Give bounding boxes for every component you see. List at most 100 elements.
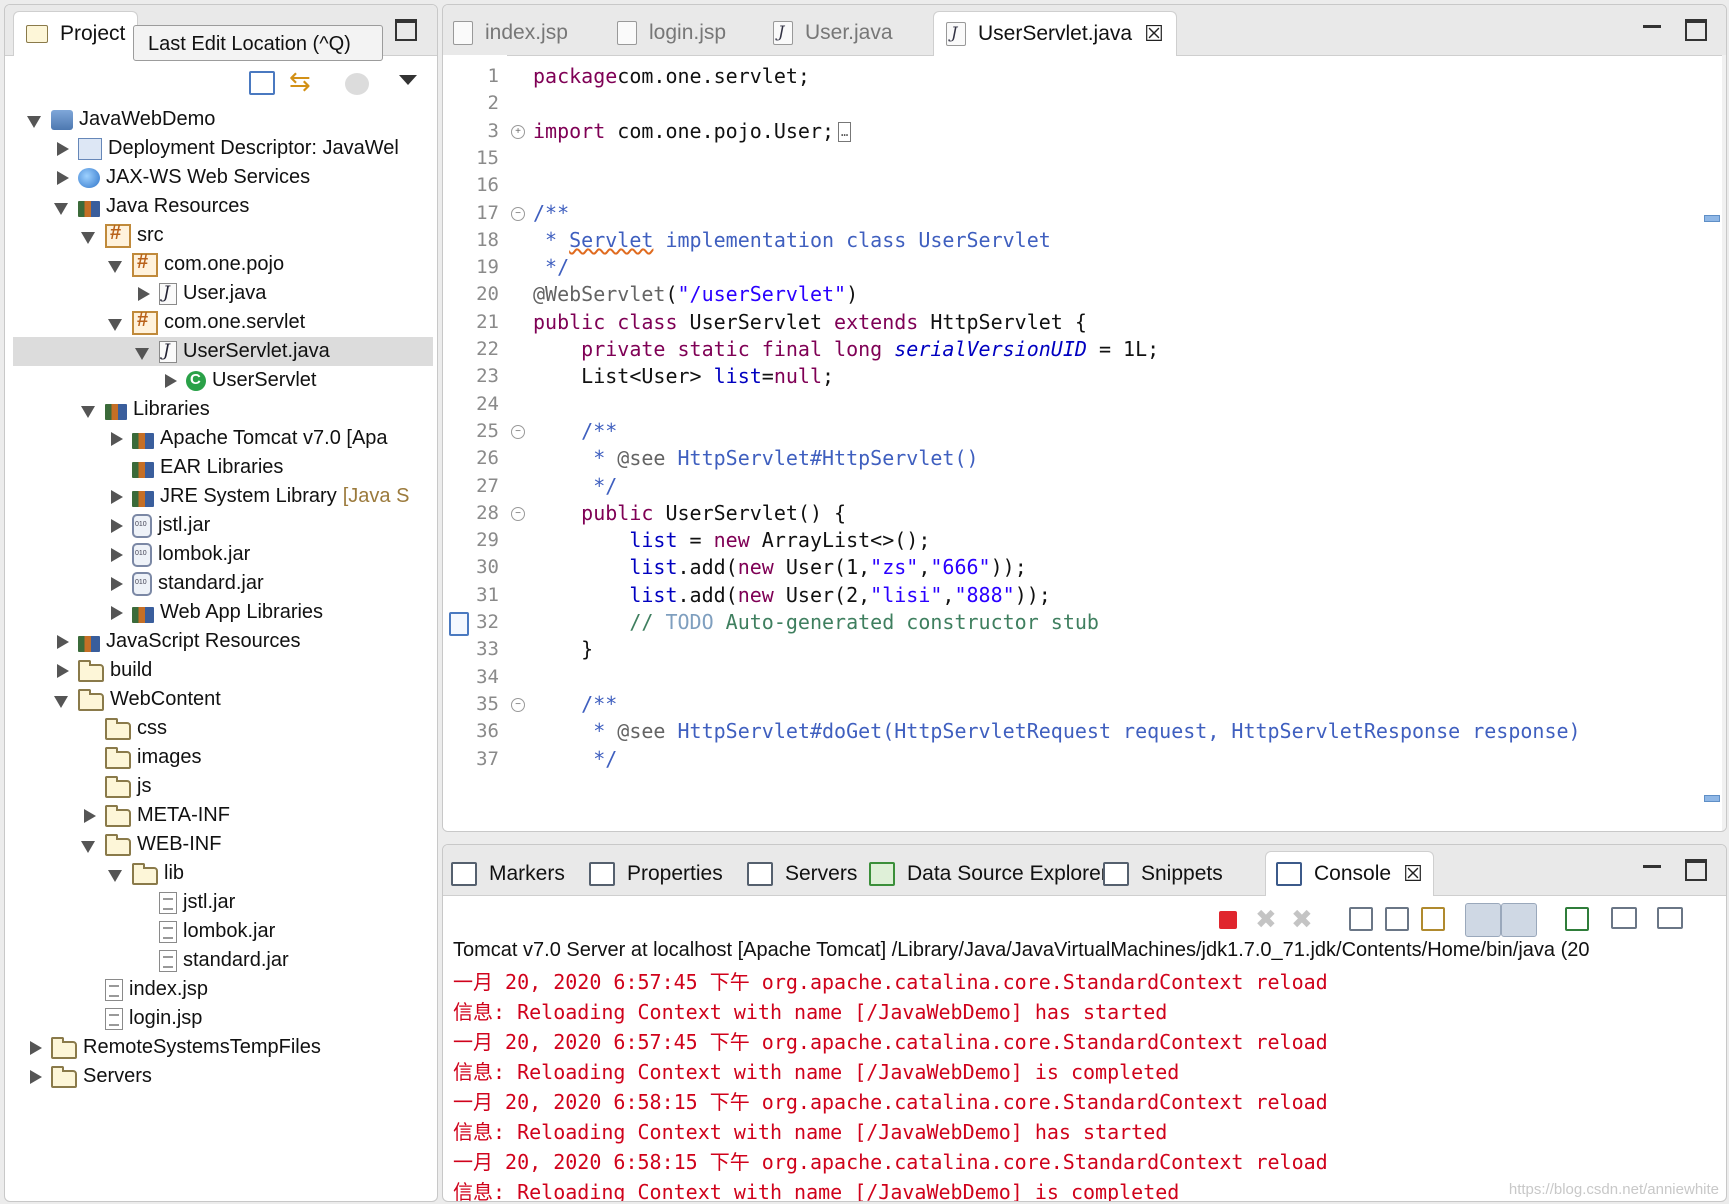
collapse-fold-icon[interactable]: −	[511, 697, 525, 712]
tree-item[interactable]: Web App Libraries	[108, 598, 323, 627]
tree-item[interactable]: Servers	[27, 1062, 152, 1091]
expanded-arrow-icon[interactable]	[54, 200, 68, 215]
tree-item[interactable]: css	[81, 714, 167, 743]
tree-item[interactable]: com.one.pojo	[108, 250, 284, 279]
close-tab-icon[interactable]: ☒	[1403, 861, 1423, 887]
tree-item[interactable]: Deployment Descriptor: JavaWel	[54, 134, 399, 163]
tree-item[interactable]: index.jsp	[81, 975, 208, 1004]
console-view-tab[interactable]: Markers	[451, 853, 565, 895]
editor-minimize-button[interactable]	[1643, 19, 1661, 28]
word-wrap-icon[interactable]	[1421, 907, 1445, 931]
collapsed-arrow-icon[interactable]	[135, 286, 150, 301]
collapsed-arrow-icon[interactable]	[54, 634, 69, 649]
collapsed-arrow-icon[interactable]	[54, 170, 69, 185]
tree-item[interactable]: com.one.servlet	[108, 308, 305, 337]
expanded-arrow-icon[interactable]	[108, 867, 122, 882]
collapse-all-icon[interactable]	[249, 71, 275, 95]
display-selected-console-icon[interactable]	[1611, 907, 1637, 929]
focus-icon[interactable]	[345, 73, 369, 95]
remove-all-terminated-icon[interactable]: ✖	[1291, 906, 1317, 932]
link-with-editor-icon[interactable]: ⇆	[289, 67, 319, 95]
tree-item[interactable]: standard.jar	[108, 569, 264, 598]
tree-item[interactable]: images	[81, 743, 201, 772]
tree-item[interactable]: RemoteSystemsTempFiles	[27, 1033, 321, 1062]
expanded-arrow-icon[interactable]	[135, 345, 149, 360]
tree-item[interactable]: lib	[108, 859, 184, 888]
tree-item[interactable]: Java Resources	[54, 192, 249, 221]
task-marker-icon[interactable]	[449, 612, 469, 636]
collapsed-arrow-icon[interactable]	[108, 431, 123, 446]
console-view-tab[interactable]: Data Source Explorer	[869, 853, 1108, 895]
editor-tab[interactable]: UserServlet.java ☒	[933, 11, 1177, 56]
tree-item[interactable]: JavaScript Resources	[54, 627, 301, 656]
tree-item[interactable]: Apache Tomcat v7.0 [Apa	[108, 424, 388, 453]
editor-maximize-button[interactable]	[1685, 19, 1707, 41]
tree-item[interactable]: jstl.jar	[135, 888, 235, 917]
tree-item[interactable]: UserServlet.java	[13, 337, 433, 366]
tree-item[interactable]: User.java	[135, 279, 266, 308]
tree-item[interactable]: lombok.jar	[108, 540, 250, 569]
tree-item[interactable]: lombok.jar	[135, 917, 275, 946]
collapsed-arrow-icon[interactable]	[27, 1069, 42, 1084]
tree-item[interactable]: JAX-WS Web Services	[54, 163, 310, 192]
tree-item[interactable]: WebContent	[54, 685, 221, 714]
expand-fold-icon[interactable]: +	[511, 124, 525, 139]
expanded-arrow-icon[interactable]	[108, 258, 122, 273]
scroll-lock-icon[interactable]	[1385, 907, 1409, 931]
console-view-tab[interactable]: Snippets	[1103, 853, 1223, 895]
expanded-arrow-icon[interactable]	[27, 113, 41, 128]
editor-tab[interactable]: index.jsp	[453, 11, 568, 55]
tree-item[interactable]: js	[81, 772, 151, 801]
expanded-arrow-icon[interactable]	[54, 693, 68, 708]
tree-item[interactable]: UserServlet	[162, 366, 316, 395]
collapsed-arrow-icon[interactable]	[81, 808, 96, 823]
collapse-fold-icon[interactable]: −	[511, 506, 525, 521]
expanded-arrow-icon[interactable]	[108, 316, 122, 331]
remove-launch-icon[interactable]: ✖	[1255, 906, 1281, 932]
expanded-arrow-icon[interactable]	[81, 229, 95, 244]
tree-item[interactable]: src	[81, 221, 164, 250]
terminate-icon[interactable]	[1219, 911, 1237, 929]
clear-console-icon[interactable]	[1349, 907, 1373, 931]
show-on-stdout-icon[interactable]	[1465, 903, 1501, 937]
tab-project[interactable]: Project	[13, 11, 139, 56]
expanded-arrow-icon[interactable]	[81, 403, 95, 418]
tree-item[interactable]: login.jsp	[81, 1004, 202, 1033]
tree-item[interactable]: META-INF	[81, 801, 230, 830]
console-maximize-button[interactable]	[1685, 859, 1707, 881]
collapsed-arrow-icon[interactable]	[162, 373, 177, 388]
collapsed-arrow-icon[interactable]	[108, 518, 123, 533]
folded-code-marker[interactable]: …	[838, 122, 852, 143]
collapsed-arrow-icon[interactable]	[108, 547, 123, 562]
collapsed-arrow-icon[interactable]	[54, 663, 69, 678]
editor-tab[interactable]: User.java	[773, 11, 893, 55]
console-minimize-button[interactable]	[1643, 859, 1661, 868]
maximize-button[interactable]	[395, 19, 417, 41]
tree-item[interactable]: JRE System Library [Java S	[108, 482, 409, 511]
tree-item[interactable]: JavaWebDemo	[27, 105, 215, 134]
collapsed-arrow-icon[interactable]	[27, 1040, 42, 1055]
tree-item[interactable]: Libraries	[81, 395, 210, 424]
close-tab-icon[interactable]: ☒	[1144, 21, 1164, 47]
view-menu-icon[interactable]	[399, 75, 417, 85]
tree-item[interactable]: standard.jar	[135, 946, 289, 975]
pin-console-icon[interactable]	[1565, 907, 1589, 931]
tree-item[interactable]: jstl.jar	[108, 511, 210, 540]
editor-tab[interactable]: login.jsp	[617, 11, 726, 55]
collapsed-arrow-icon[interactable]	[54, 141, 69, 156]
tree-item[interactable]: build	[54, 656, 152, 685]
collapse-fold-icon[interactable]: −	[511, 206, 525, 221]
expanded-arrow-icon[interactable]	[81, 838, 95, 853]
open-console-icon[interactable]	[1657, 907, 1683, 929]
collapse-fold-icon[interactable]: −	[511, 424, 525, 439]
show-on-stderr-icon[interactable]	[1501, 903, 1537, 937]
console-view-tab[interactable]: Servers	[747, 853, 857, 895]
console-view-tab[interactable]: Properties	[589, 853, 723, 895]
tree-item[interactable]: EAR Libraries	[108, 453, 283, 482]
tree-item[interactable]: WEB-INF	[81, 830, 221, 859]
collapsed-arrow-icon[interactable]	[108, 576, 123, 591]
console-view-tab[interactable]: Console ☒	[1265, 851, 1434, 896]
vertical-scrollbar[interactable]	[1722, 55, 1726, 831]
collapsed-arrow-icon[interactable]	[108, 605, 123, 620]
collapsed-arrow-icon[interactable]	[108, 489, 123, 504]
